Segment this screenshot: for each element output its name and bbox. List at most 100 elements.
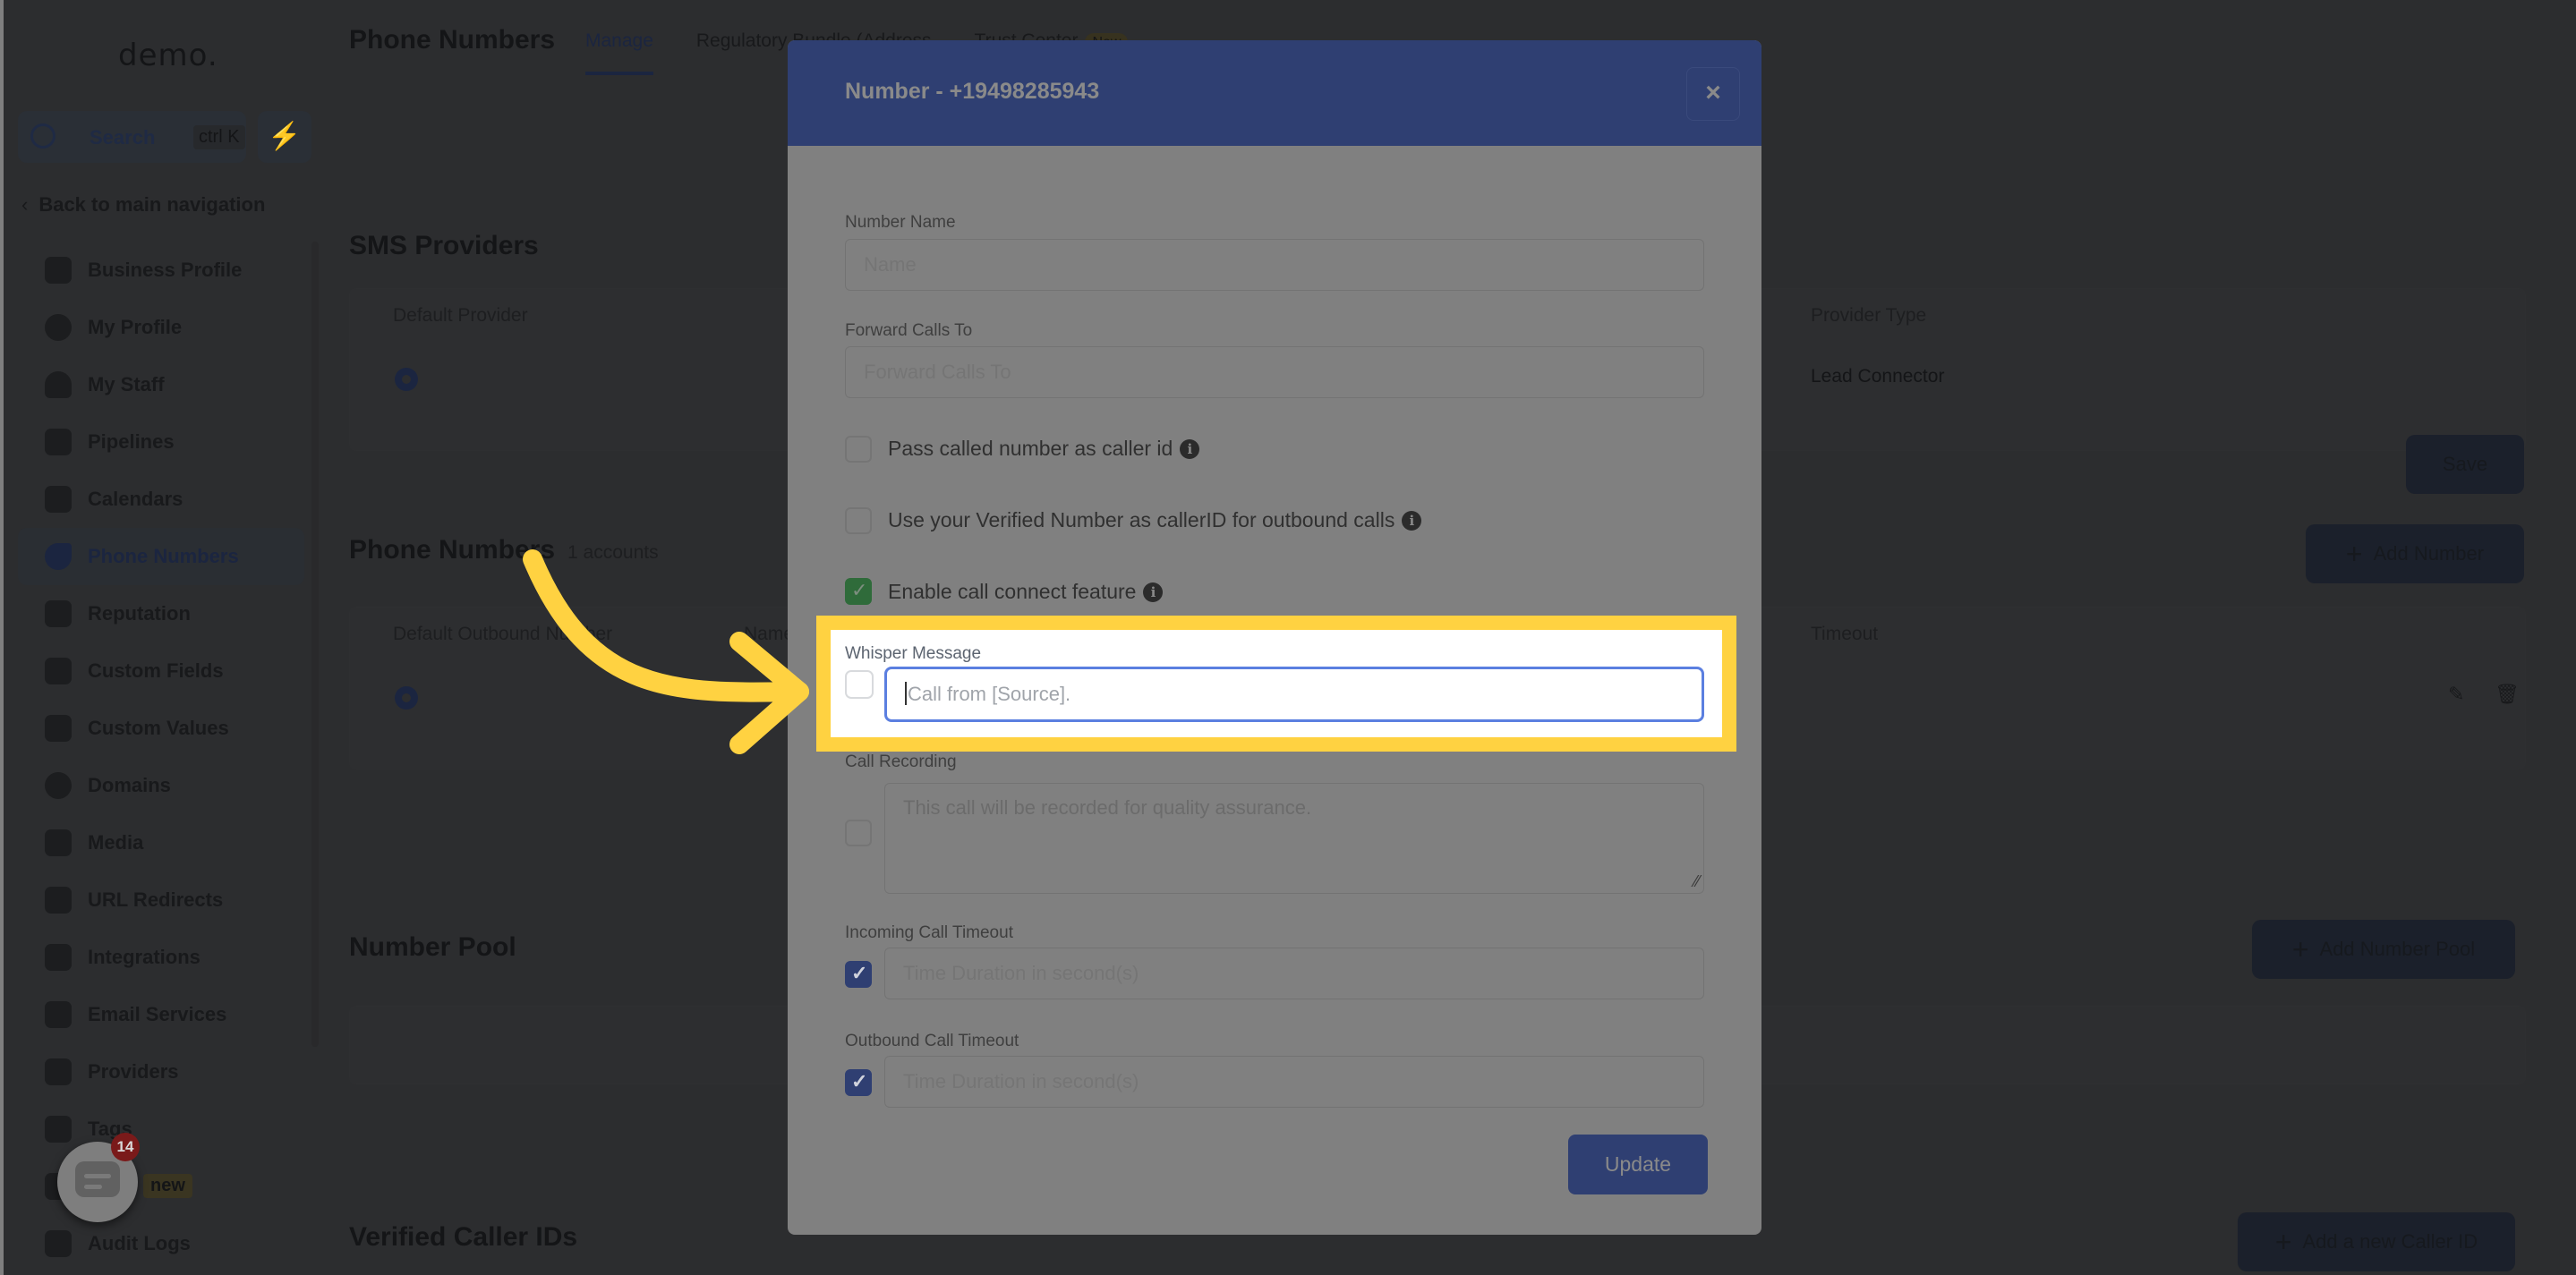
sidebar-item-tags[interactable]: Tags [18, 1101, 304, 1158]
sidebar-item-media[interactable]: Media [18, 814, 304, 871]
checkbox-label: Pass called number as caller id [888, 437, 1173, 460]
back-label: Back to main navigation [38, 193, 266, 216]
forward-calls-input[interactable] [845, 346, 1704, 398]
info-icon[interactable]: i [1143, 582, 1164, 602]
textarea-placeholder: This call will be recorded for quality a… [903, 796, 1312, 819]
sidebar-item-pipelines[interactable]: Pipelines [18, 413, 304, 471]
default-provider-radio[interactable] [395, 368, 418, 391]
button-label: Add Number [2373, 542, 2485, 565]
checkbox-label: Enable call connect feature [888, 580, 1137, 603]
sidebar-item-audit-logs[interactable]: Audit Logs [18, 1215, 304, 1272]
sidebar-item-custom-fields[interactable]: Custom Fields [18, 642, 304, 700]
sidebar-item-label: Audit Logs [88, 1232, 191, 1254]
sidebar-item-label: Calendars [88, 488, 183, 510]
search-button[interactable]: Search ctrl K [18, 111, 246, 163]
page-title: Phone Numbers [349, 25, 556, 55]
sidebar-item-domains[interactable]: Domains [18, 757, 304, 814]
sidebar-item-reputation[interactable]: Reputation [18, 585, 304, 642]
unread-count-badge: 14 [111, 1133, 140, 1161]
sidebar: demo. Search ctrl K ⚡ ‹ Back to main navi… [0, 0, 319, 1275]
info-icon[interactable]: i [1402, 511, 1422, 531]
search-icon [30, 123, 55, 149]
info-icon[interactable]: i [1180, 439, 1200, 459]
add-number-button[interactable]: + Add Number [2306, 524, 2524, 583]
new-badge: new [143, 1174, 192, 1198]
incoming-timeout-checkbox[interactable]: ✓ [845, 961, 872, 988]
clipboard-check-icon [45, 1058, 72, 1085]
back-to-main-navigation[interactable]: ‹ Back to main navigation [21, 193, 265, 217]
incoming-timeout-input[interactable] [884, 948, 1704, 999]
whisper-message-checkbox[interactable] [845, 670, 874, 699]
pass-called-number-label: Pass called number as caller id i [888, 437, 1200, 461]
sidebar-item-label: Providers [88, 1060, 179, 1083]
sidebar-item-label: Pipelines [88, 430, 175, 453]
number-name-input[interactable] [845, 239, 1704, 291]
button-label: Add a new Caller ID [2302, 1230, 2478, 1253]
default-outbound-radio[interactable] [395, 686, 418, 710]
phone-numbers-title: Phone Numbers 1 accounts [349, 535, 659, 565]
text-caret [905, 682, 907, 705]
gem-icon [45, 715, 72, 742]
close-button[interactable]: × [1686, 67, 1740, 121]
close-icon: × [1705, 78, 1721, 107]
sidebar-item-my-staff[interactable]: My Staff [18, 356, 304, 413]
settings-nav: Business Profile My Profile My Staff Pip… [18, 242, 304, 1272]
add-caller-id-button[interactable]: + Add a new Caller ID [2238, 1212, 2515, 1271]
call-recording-checkbox[interactable] [845, 820, 872, 846]
use-verified-number-label: Use your Verified Number as callerID for… [888, 508, 1422, 532]
tab-manage[interactable]: Manage [585, 30, 653, 75]
sidebar-item-url-redirects[interactable]: URL Redirects [18, 871, 304, 929]
pass-called-number-checkbox[interactable] [845, 436, 872, 463]
chat-widget-button[interactable]: 14 [57, 1133, 140, 1222]
person-icon [45, 371, 72, 398]
save-button[interactable]: Save [2406, 435, 2524, 494]
quick-action-button[interactable]: ⚡ [258, 111, 311, 163]
enable-call-connect-checkbox[interactable]: ✓ [845, 578, 872, 605]
chevron-left-icon: ‹ [21, 193, 29, 216]
call-recording-label: Call Recording [845, 752, 957, 771]
sidebar-item-email-services[interactable]: Email Services [18, 986, 304, 1043]
trash-icon[interactable]: 🗑 [2495, 683, 2520, 706]
outbound-timeout-checkbox[interactable]: ✓ [845, 1069, 872, 1096]
column-header: Default Provider [393, 305, 528, 326]
provider-type-value: Lead Connector [1811, 366, 1945, 387]
globe-icon [45, 772, 72, 799]
sidebar-item-providers[interactable]: Providers [18, 1043, 304, 1101]
update-button[interactable]: Update [1568, 1135, 1708, 1194]
call-recording-textarea[interactable]: This call will be recorded for quality a… [884, 783, 1704, 894]
whisper-message-input[interactable]: Call from [Source]. [884, 667, 1704, 722]
sidebar-item-label: Integrations [88, 946, 200, 968]
sidebar-item-label: Media [88, 831, 144, 854]
search-shortcut: ctrl K [193, 125, 245, 149]
sidebar-item-label: Email Services [88, 1003, 227, 1025]
sidebar-item-phone-numbers[interactable]: Phone Numbers [18, 528, 304, 585]
forward-calls-label: Forward Calls To [845, 321, 973, 340]
outbound-timeout-input[interactable] [884, 1056, 1704, 1108]
edit-icon[interactable]: ✎ [2448, 683, 2464, 706]
add-number-pool-button[interactable]: + Add Number Pool [2252, 920, 2515, 979]
highlight-frame: Whisper Message Call from [Source]. [816, 616, 1736, 752]
verified-caller-ids-title: Verified Caller IDs [349, 1222, 578, 1252]
sms-providers-title: SMS Providers [349, 231, 539, 260]
modal-header: Number - +19498285943 × [788, 40, 1761, 146]
briefcase-icon [45, 257, 72, 284]
tag-icon [45, 1116, 72, 1143]
resize-handle-icon[interactable]: ⁄⁄ [1694, 872, 1700, 891]
enable-call-connect-label: Enable call connect feature i [888, 580, 1164, 604]
sidebar-item-my-profile[interactable]: My Profile [18, 299, 304, 356]
number-name-label: Number Name [845, 213, 956, 232]
sidebar-item-label: Custom Fields [88, 659, 224, 682]
outbound-timeout-label: Outbound Call Timeout [845, 1032, 1019, 1050]
star-icon [45, 600, 72, 627]
number-pool-title: Number Pool [349, 932, 516, 962]
use-verified-number-checkbox[interactable] [845, 507, 872, 534]
column-header: Name [744, 624, 795, 644]
sidebar-item-label: My Staff [88, 373, 165, 395]
sidebar-item-integrations[interactable]: Integrations [18, 929, 304, 986]
plus-icon: + [2291, 932, 2309, 965]
section-title: Phone Numbers [349, 535, 556, 565]
sidebar-item-custom-values[interactable]: Custom Values [18, 700, 304, 757]
sidebar-item-business-profile[interactable]: Business Profile [18, 242, 304, 299]
accounts-count: 1 accounts [567, 542, 659, 563]
sidebar-item-calendars[interactable]: Calendars [18, 471, 304, 528]
